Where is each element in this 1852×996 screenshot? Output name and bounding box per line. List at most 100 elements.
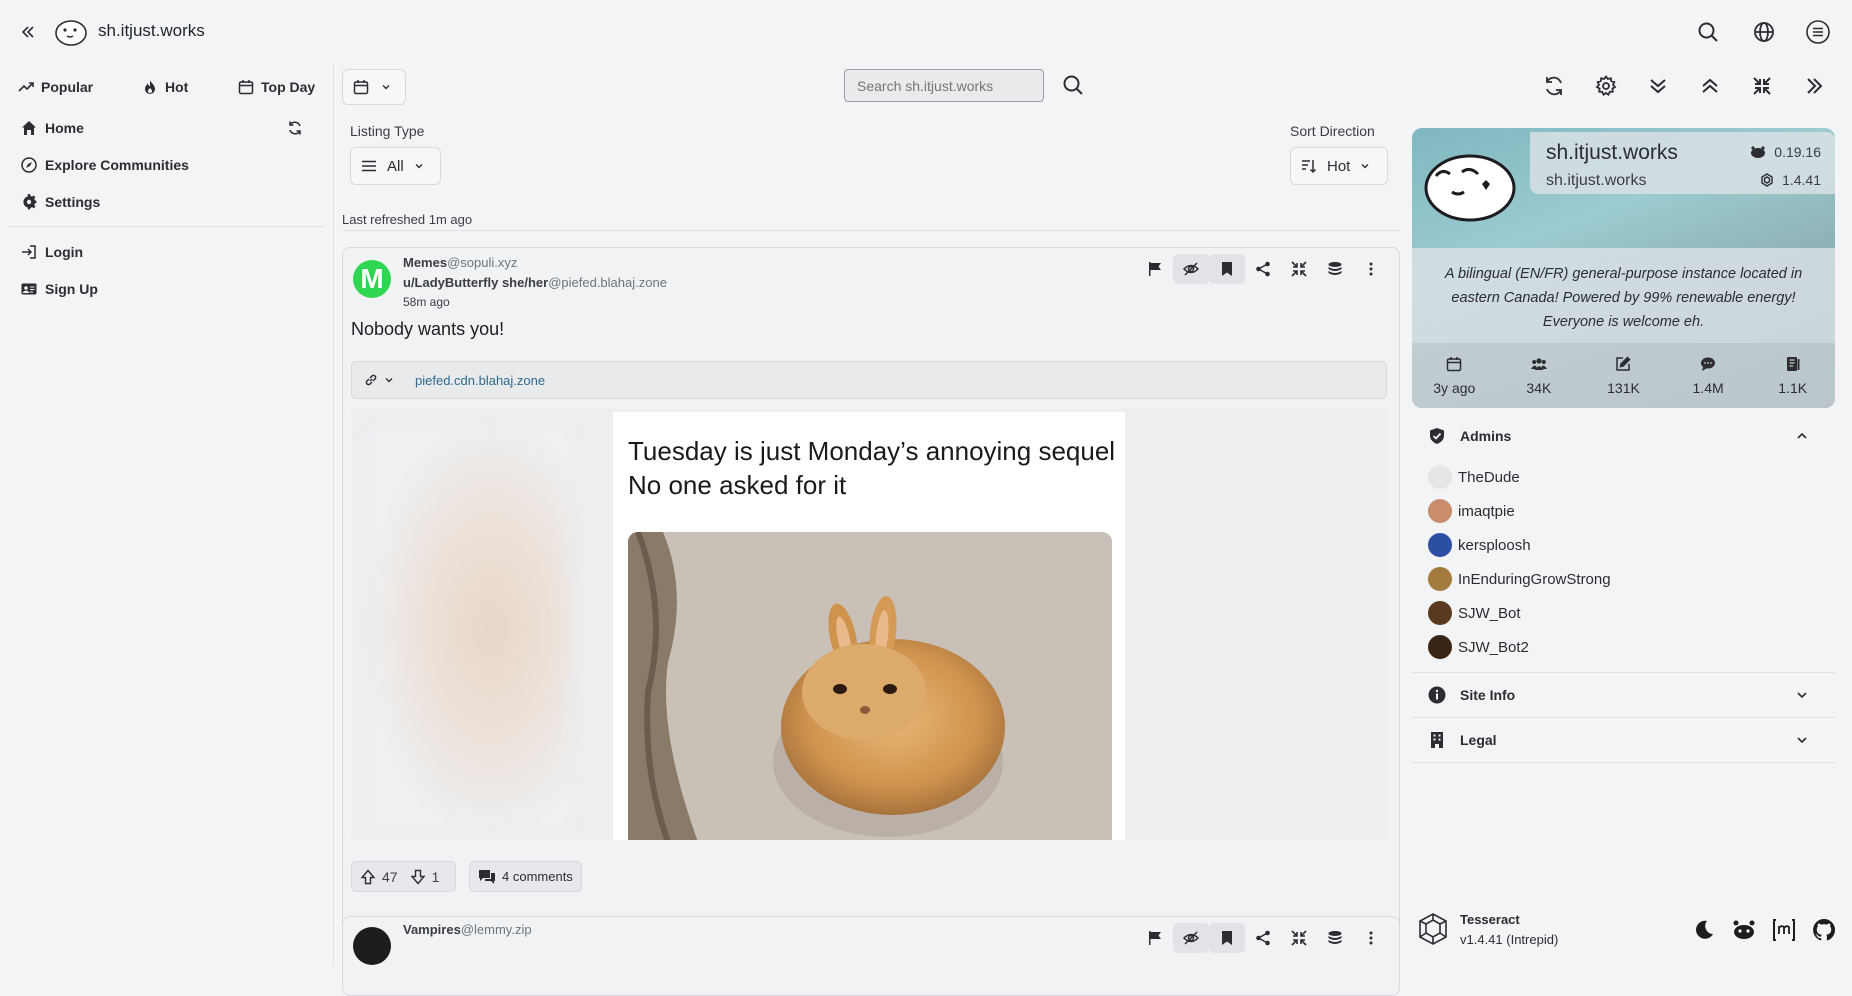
post-image[interactable]: Tuesday is just Monday’s annoying sequel… — [351, 409, 1387, 840]
crosspost-button[interactable] — [1317, 923, 1353, 953]
sort-tab-hot[interactable]: Hot — [142, 79, 238, 95]
hide-button[interactable] — [1173, 254, 1209, 284]
tesseract-logo-icon — [1419, 913, 1447, 945]
sidebar-item-explore-communities[interactable]: Explore Communities — [0, 146, 333, 183]
sidebar-item-home[interactable]: Home — [0, 109, 333, 146]
site-logo[interactable] — [54, 17, 88, 47]
building-icon — [1431, 732, 1443, 748]
site-header-box: sh.itjust.works sh.itjust.works 0.19.16 … — [1530, 132, 1835, 194]
gear-icon[interactable] — [1594, 74, 1618, 98]
ui-version: 1.4.41 — [1760, 172, 1821, 188]
last-refreshed-text: Last refreshed 1m ago — [342, 212, 473, 227]
eye-slash-icon — [1183, 262, 1199, 276]
github-icon[interactable] — [1812, 918, 1836, 942]
expand-button[interactable] — [1281, 254, 1317, 284]
time-filter-dropdown[interactable] — [342, 69, 406, 105]
report-button[interactable] — [1137, 254, 1173, 284]
collapse-all-icon[interactable] — [1698, 74, 1722, 98]
crosspost-button[interactable] — [1317, 254, 1353, 284]
search-icon[interactable] — [1696, 20, 1720, 44]
community-link[interactable]: Memes@sopuli.xyz — [403, 255, 517, 270]
lemmy-icon[interactable] — [1732, 918, 1756, 942]
flag-icon — [1149, 262, 1161, 276]
avatar — [1428, 601, 1452, 625]
link-icon — [365, 374, 377, 386]
sidebar-item-sign-up[interactable]: Sign Up — [0, 270, 333, 307]
app-name: Tesseract — [1460, 912, 1520, 927]
communities-icon — [1786, 356, 1800, 371]
lemmy-version: 0.19.16 — [1750, 144, 1821, 160]
more-vertical-icon — [1369, 262, 1373, 276]
tesseract-icon — [1761, 173, 1773, 187]
more-options-button[interactable] — [1353, 923, 1389, 953]
hide-button[interactable] — [1173, 923, 1209, 953]
chevron-down-icon — [1361, 164, 1369, 169]
listing-type-select[interactable]: All — [350, 147, 441, 185]
search-input[interactable] — [844, 69, 1044, 102]
site-banner: sh.itjust.works sh.itjust.works 0.19.16 … — [1412, 128, 1835, 408]
chevron-up-icon — [1797, 432, 1807, 439]
expand-button[interactable] — [1281, 923, 1317, 953]
sidebar-item-settings[interactable]: Settings — [0, 183, 333, 220]
legal-header[interactable]: Legal — [1412, 718, 1835, 762]
link-domain[interactable]: piefed.cdn.blahaj.zone — [415, 373, 545, 388]
sort-tab-top-day[interactable]: Top Day — [238, 79, 315, 95]
share-icon — [1256, 261, 1270, 277]
lemmy-icon — [1751, 146, 1766, 158]
compress-icon — [1291, 261, 1307, 277]
more-options-button[interactable] — [1353, 254, 1389, 284]
community-link[interactable]: Vampires@lemmy.zip — [403, 922, 532, 937]
community-avatar[interactable] — [353, 927, 391, 965]
admin-name: SJW_Bot — [1458, 604, 1521, 622]
upvote-icon[interactable] — [360, 868, 376, 885]
image-blur-backdrop — [371, 429, 571, 829]
site-info-header[interactable]: Site Info — [1412, 673, 1835, 717]
admins-section: Admins TheDude imaqtpie kersploosh InEnduri… — [1412, 414, 1835, 763]
expand-all-icon[interactable] — [1646, 74, 1670, 98]
sort-tab-popular[interactable]: Popular — [18, 79, 142, 95]
admin-item[interactable]: kersploosh — [1412, 528, 1835, 562]
bunny-photo — [628, 532, 1112, 840]
comment-icon — [1701, 357, 1716, 371]
avatar — [1428, 499, 1452, 523]
collapse-sidebar-icon[interactable] — [18, 22, 38, 42]
admin-item[interactable]: SJW_Bot — [1412, 596, 1835, 630]
avatar — [1428, 465, 1452, 489]
admin-item[interactable]: InEnduringGrowStrong — [1412, 562, 1835, 596]
post-title[interactable]: Nobody wants you! — [351, 319, 504, 340]
menu-icon[interactable] — [1806, 20, 1830, 44]
refresh-icon[interactable] — [1542, 74, 1566, 98]
admin-item[interactable]: imaqtpie — [1412, 494, 1835, 528]
bookmark-icon — [1222, 262, 1232, 276]
admin-item[interactable]: SJW_Bot2 — [1412, 630, 1835, 664]
report-button[interactable] — [1137, 923, 1173, 953]
refresh-icon[interactable] — [287, 120, 303, 136]
matrix-icon[interactable] — [1772, 918, 1796, 942]
downvote-icon[interactable] — [410, 869, 426, 885]
save-button[interactable] — [1209, 923, 1245, 953]
admins-header[interactable]: Admins — [1412, 414, 1835, 458]
sidebar-item-login[interactable]: Login — [0, 233, 333, 270]
community-avatar[interactable]: M — [353, 260, 391, 298]
admin-item[interactable]: TheDude — [1412, 460, 1835, 494]
admin-name: SJW_Bot2 — [1458, 638, 1529, 656]
share-button[interactable] — [1245, 923, 1281, 953]
id-card-icon — [21, 283, 37, 294]
calendar-icon — [238, 80, 254, 95]
sort-direction-select[interactable]: Hot — [1290, 147, 1388, 185]
site-title[interactable]: sh.itjust.works — [98, 21, 205, 41]
comments-button[interactable]: 4 comments — [469, 861, 582, 892]
globe-icon[interactable] — [1752, 20, 1776, 44]
share-button[interactable] — [1245, 254, 1281, 284]
author-link[interactable]: u/LadyButterfly she/her@piefed.blahaj.zo… — [403, 275, 667, 290]
save-button[interactable] — [1209, 254, 1245, 284]
compact-view-icon[interactable] — [1750, 74, 1774, 98]
search-button-icon[interactable] — [1062, 74, 1084, 96]
expand-sidebar-icon[interactable] — [1802, 74, 1826, 98]
users-icon — [1530, 357, 1547, 370]
admin-name: TheDude — [1458, 468, 1520, 486]
stat-posts: 131K — [1581, 343, 1666, 408]
link-dropdown[interactable] — [364, 373, 394, 387]
compass-icon — [21, 156, 37, 173]
moon-icon[interactable] — [1692, 918, 1716, 942]
